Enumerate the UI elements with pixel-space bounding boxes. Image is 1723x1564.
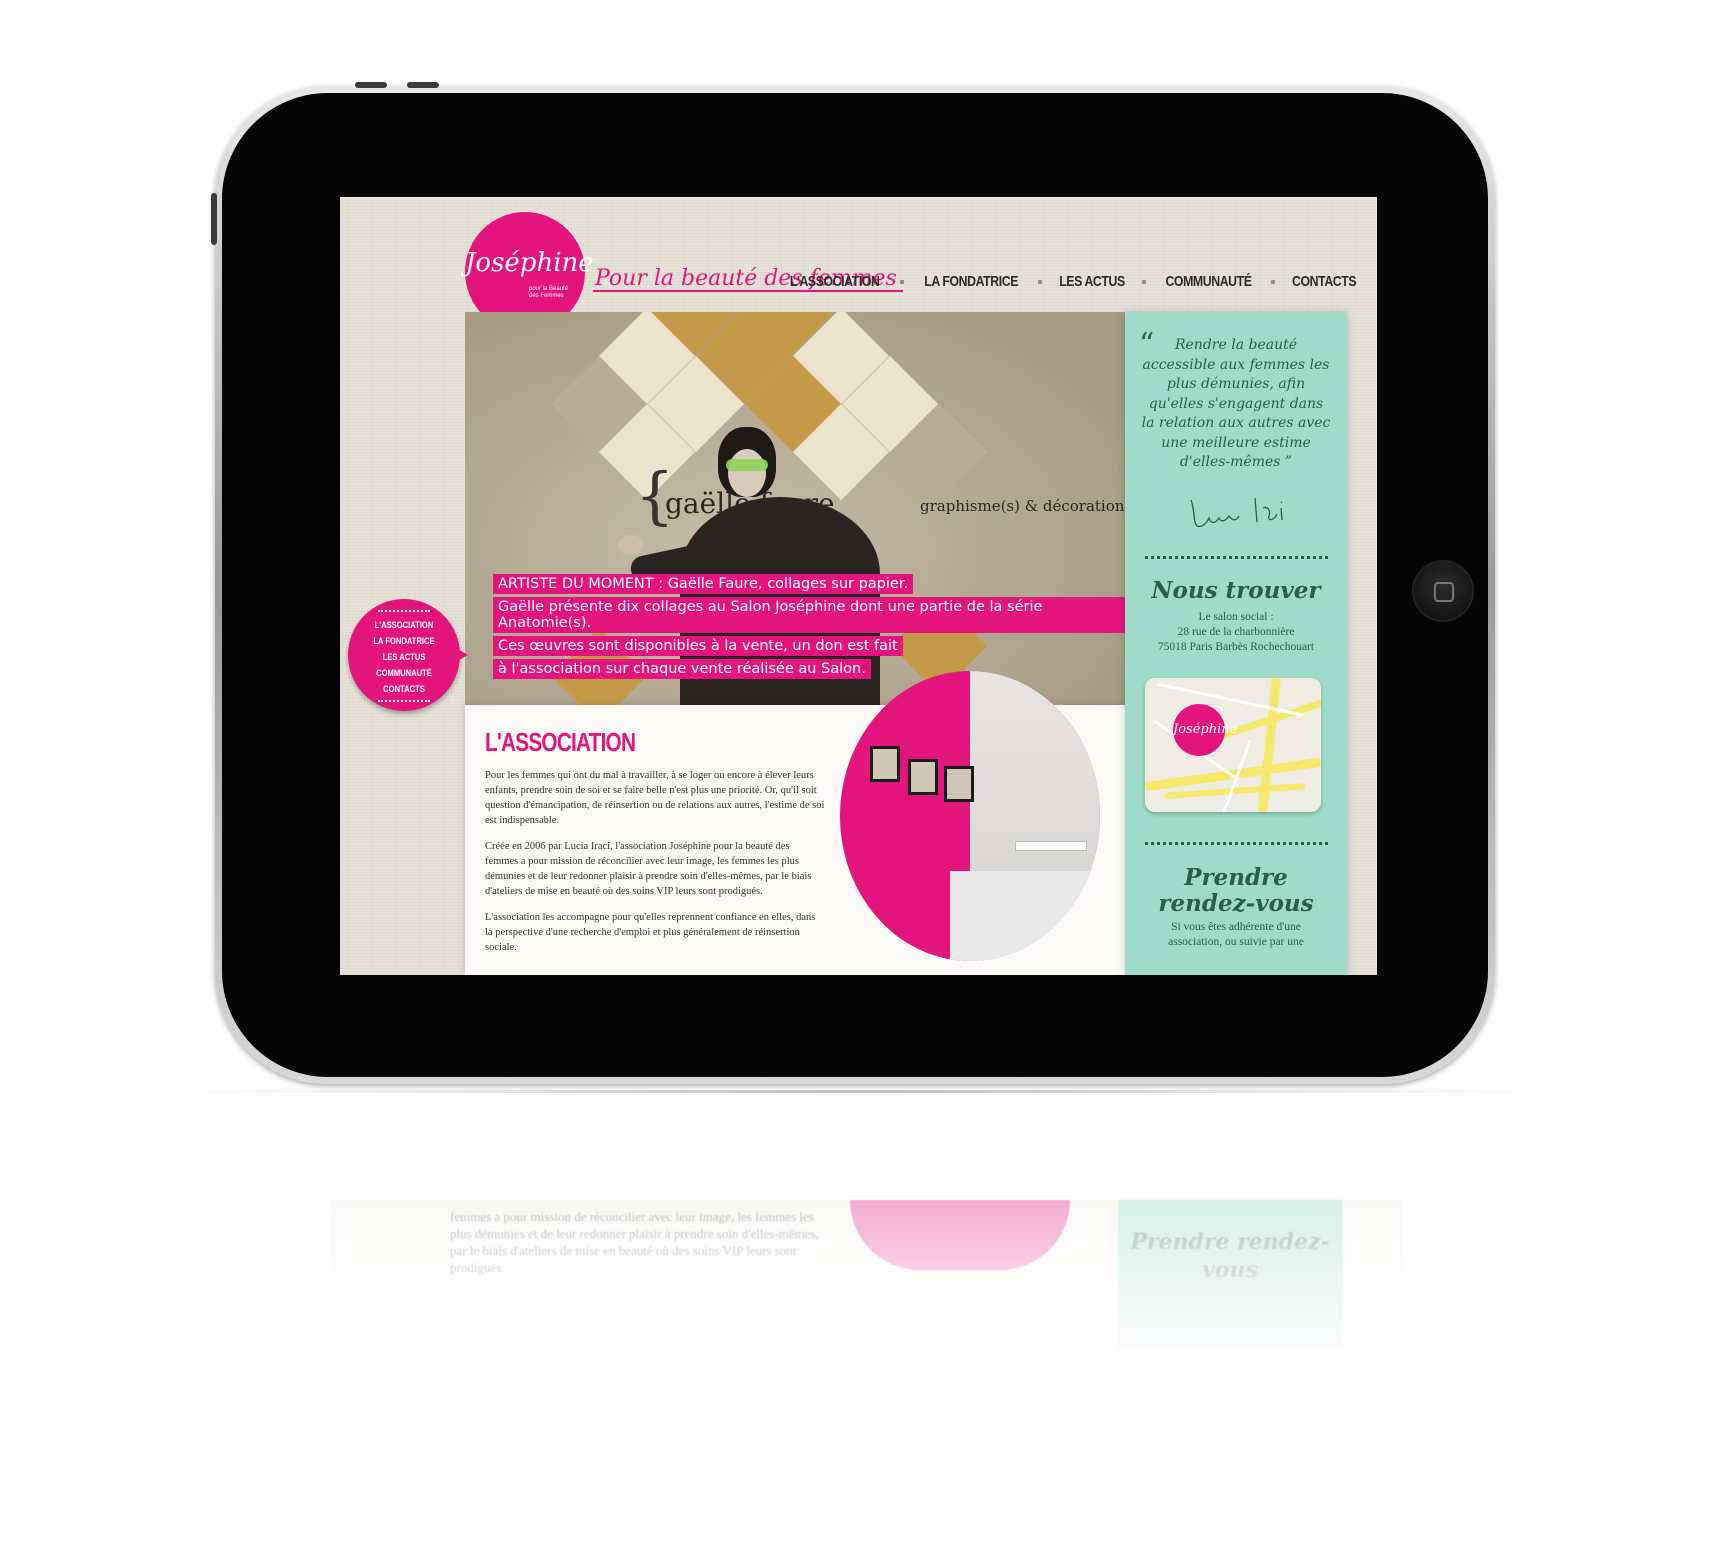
artist-name: gaëlle faure xyxy=(665,487,835,520)
nav-separator xyxy=(1037,279,1042,284)
appointment-text: Si vous êtes adhérente d'une association… xyxy=(1168,921,1304,948)
wall-frame xyxy=(870,746,900,782)
side-menu-actus[interactable]: LES ACTUS xyxy=(359,650,449,666)
wall-frame xyxy=(908,759,938,795)
association-title: L'ASSOCIATION xyxy=(485,727,636,757)
hero-banner[interactable]: { gaëlle faure graphisme(s) & décoration… xyxy=(465,312,1130,705)
association-paragraph: Pour les femmes qui ont du mal à travail… xyxy=(485,770,825,826)
address-line: 28 rue de la charbonnière xyxy=(1177,626,1295,638)
artist-subtitle: graphisme(s) & décoration xyxy=(920,497,1125,515)
caption-line: à l'association sur chaque vente réalisé… xyxy=(493,659,871,679)
tablet-screen: Joséphine pour la Beauté des Femmes Pour… xyxy=(340,197,1377,975)
screen-reflection: femmes a pour mission de réconcilier ave… xyxy=(330,1200,1402,1400)
side-menu-fondatrice[interactable]: LA FONDATRICE xyxy=(359,634,449,650)
hero-caption: ARTISTE DU MOMENT : Gaëlle Faure, collag… xyxy=(493,574,1130,682)
association-body: Pour les femmes qui ont du mal à travail… xyxy=(485,768,825,966)
side-menu-association[interactable]: L'ASSOCIATION xyxy=(359,618,449,634)
power-button xyxy=(211,193,217,245)
founder-quote: Rendre la beauté accessible aux femmes l… xyxy=(1141,337,1331,470)
logo-wordmark: Joséphine xyxy=(465,248,594,278)
founder-signature xyxy=(1190,497,1283,528)
top-navigation: L'ASSOCIATION LA FONDATRICE LES ACTUS CO… xyxy=(780,273,1363,290)
side-menu-communaute[interactable]: COMMUNAUTÉ xyxy=(359,666,449,682)
nav-communaute[interactable]: COMMUNAUTÉ xyxy=(1165,273,1252,290)
appointment-title: Prendre rendez-vous xyxy=(1158,864,1314,917)
home-button[interactable] xyxy=(1412,560,1474,622)
volume-down-button xyxy=(407,82,439,88)
caption-line: Gaëlle présente dix collages au Salon Jo… xyxy=(493,597,1130,633)
nav-contacts[interactable]: CONTACTS xyxy=(1292,273,1357,290)
side-menu-list: L'ASSOCIATION LA FONDATRICE LES ACTUS CO… xyxy=(348,618,460,698)
association-paragraph: Créée en 2006 par Lucia Iraci, l'associa… xyxy=(485,841,812,897)
nav-separator xyxy=(1141,279,1146,284)
find-us-title: Nous trouver xyxy=(1151,577,1321,604)
address-line: Le salon social : xyxy=(1198,611,1274,623)
wall-frame xyxy=(944,766,974,802)
floating-side-menu: L'ASSOCIATION LA FONDATRICE LES ACTUS CO… xyxy=(348,599,468,711)
map-marker-logo: Joséphine xyxy=(1173,704,1237,756)
divider xyxy=(1145,842,1328,845)
nav-actus[interactable]: LES ACTUS xyxy=(1059,273,1125,290)
caption-line: Ces œuvres sont disponibles à la vente, … xyxy=(493,636,903,656)
floor-line xyxy=(190,1090,1530,1093)
nav-separator xyxy=(899,279,904,284)
salon-desk xyxy=(1015,841,1087,851)
divider xyxy=(1145,556,1328,559)
salon-photo xyxy=(840,671,1100,961)
caption-line: ARTISTE DU MOMENT : Gaëlle Faure, collag… xyxy=(493,574,914,594)
right-column: “ Rendre la beauté accessible aux femmes… xyxy=(1125,312,1347,975)
logo-subtext: pour la Beauté des Femmes xyxy=(529,286,569,299)
nav-separator xyxy=(1270,279,1275,284)
volume-up-button xyxy=(355,82,387,88)
address-line: 75018 Paris Barbès Rochechouart xyxy=(1157,641,1315,653)
association-paragraph: L'association les accompagne pour qu'ell… xyxy=(485,912,816,953)
home-square-icon xyxy=(1434,582,1454,602)
nav-association[interactable]: L'ASSOCIATION xyxy=(790,273,880,290)
association-section: L'ASSOCIATION Pour les femmes qui ont du… xyxy=(465,671,1130,975)
location-map[interactable]: Joséphine xyxy=(1145,678,1321,812)
side-menu-contacts[interactable]: CONTACTS xyxy=(359,682,449,698)
nav-fondatrice[interactable]: LA FONDATRICE xyxy=(924,273,1018,290)
